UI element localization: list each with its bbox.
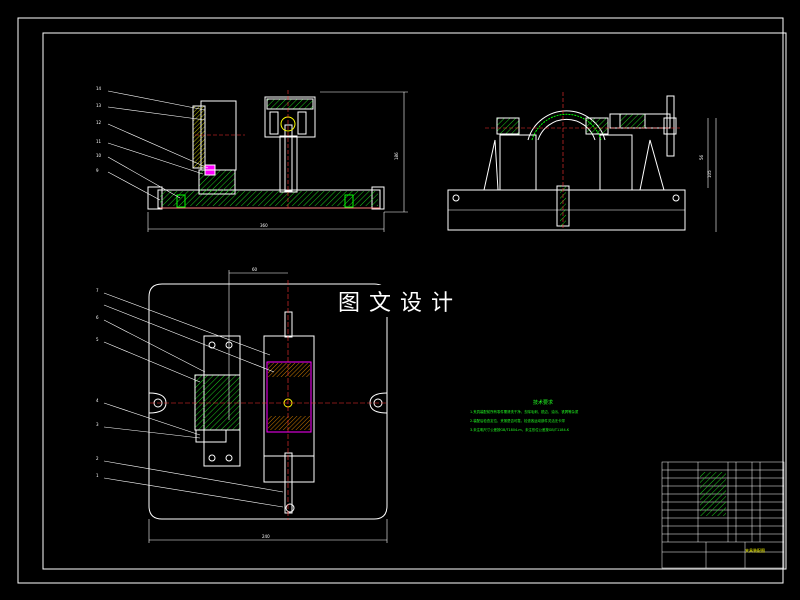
title-block: [661, 461, 785, 569]
balloon-4: 4: [96, 398, 99, 403]
tech-requirement-line-1: 1.夹具装配前所有零件需清洗干净，去除毛刺、锐边、油污、铁屑等杂质: [470, 410, 579, 414]
top-base-outline: [148, 283, 388, 520]
balloon-14: 14: [96, 86, 102, 91]
tech-requirement-line-2: 2.装配后检查定位、夹紧是否可靠，检查各运动部件灵活无卡滞: [470, 419, 565, 423]
svg-text:60: 60: [252, 267, 258, 272]
balloon-12: 12: [96, 120, 102, 125]
balloon-1: 1: [96, 473, 99, 478]
side-view: 56 105: [447, 92, 717, 232]
balloon-6: 6: [96, 315, 99, 320]
balloon-5: 5: [96, 337, 99, 342]
balloon-10: 10: [96, 153, 102, 158]
front-clamp-plate: [200, 100, 237, 171]
svg-text:360: 360: [260, 223, 268, 228]
svg-text:56: 56: [699, 154, 704, 160]
svg-text:186: 186: [394, 152, 399, 160]
balloon-3: 3: [96, 422, 99, 427]
balloon-11: 11: [96, 139, 102, 144]
top-workpiece: [263, 335, 315, 457]
svg-text:105: 105: [707, 170, 712, 178]
svg-text:240: 240: [262, 534, 270, 539]
balloon-2: 2: [96, 456, 99, 461]
balloon-9: 9: [96, 168, 99, 173]
tech-requirement-line-3: 3.未注明尺寸公差按GB/T1804-m，未注形位公差按GB/T1184-K: [470, 428, 570, 432]
front-view: 360 186 14 13 12 11 10 9: [96, 86, 408, 232]
tech-requirements-title: 技术要求: [533, 400, 554, 406]
balloon-7: 7: [96, 288, 99, 293]
balloon-13: 13: [96, 103, 102, 108]
watermark-title: 图文设计: [336, 285, 465, 317]
title-block-label: 夹具装配图: [745, 547, 765, 553]
